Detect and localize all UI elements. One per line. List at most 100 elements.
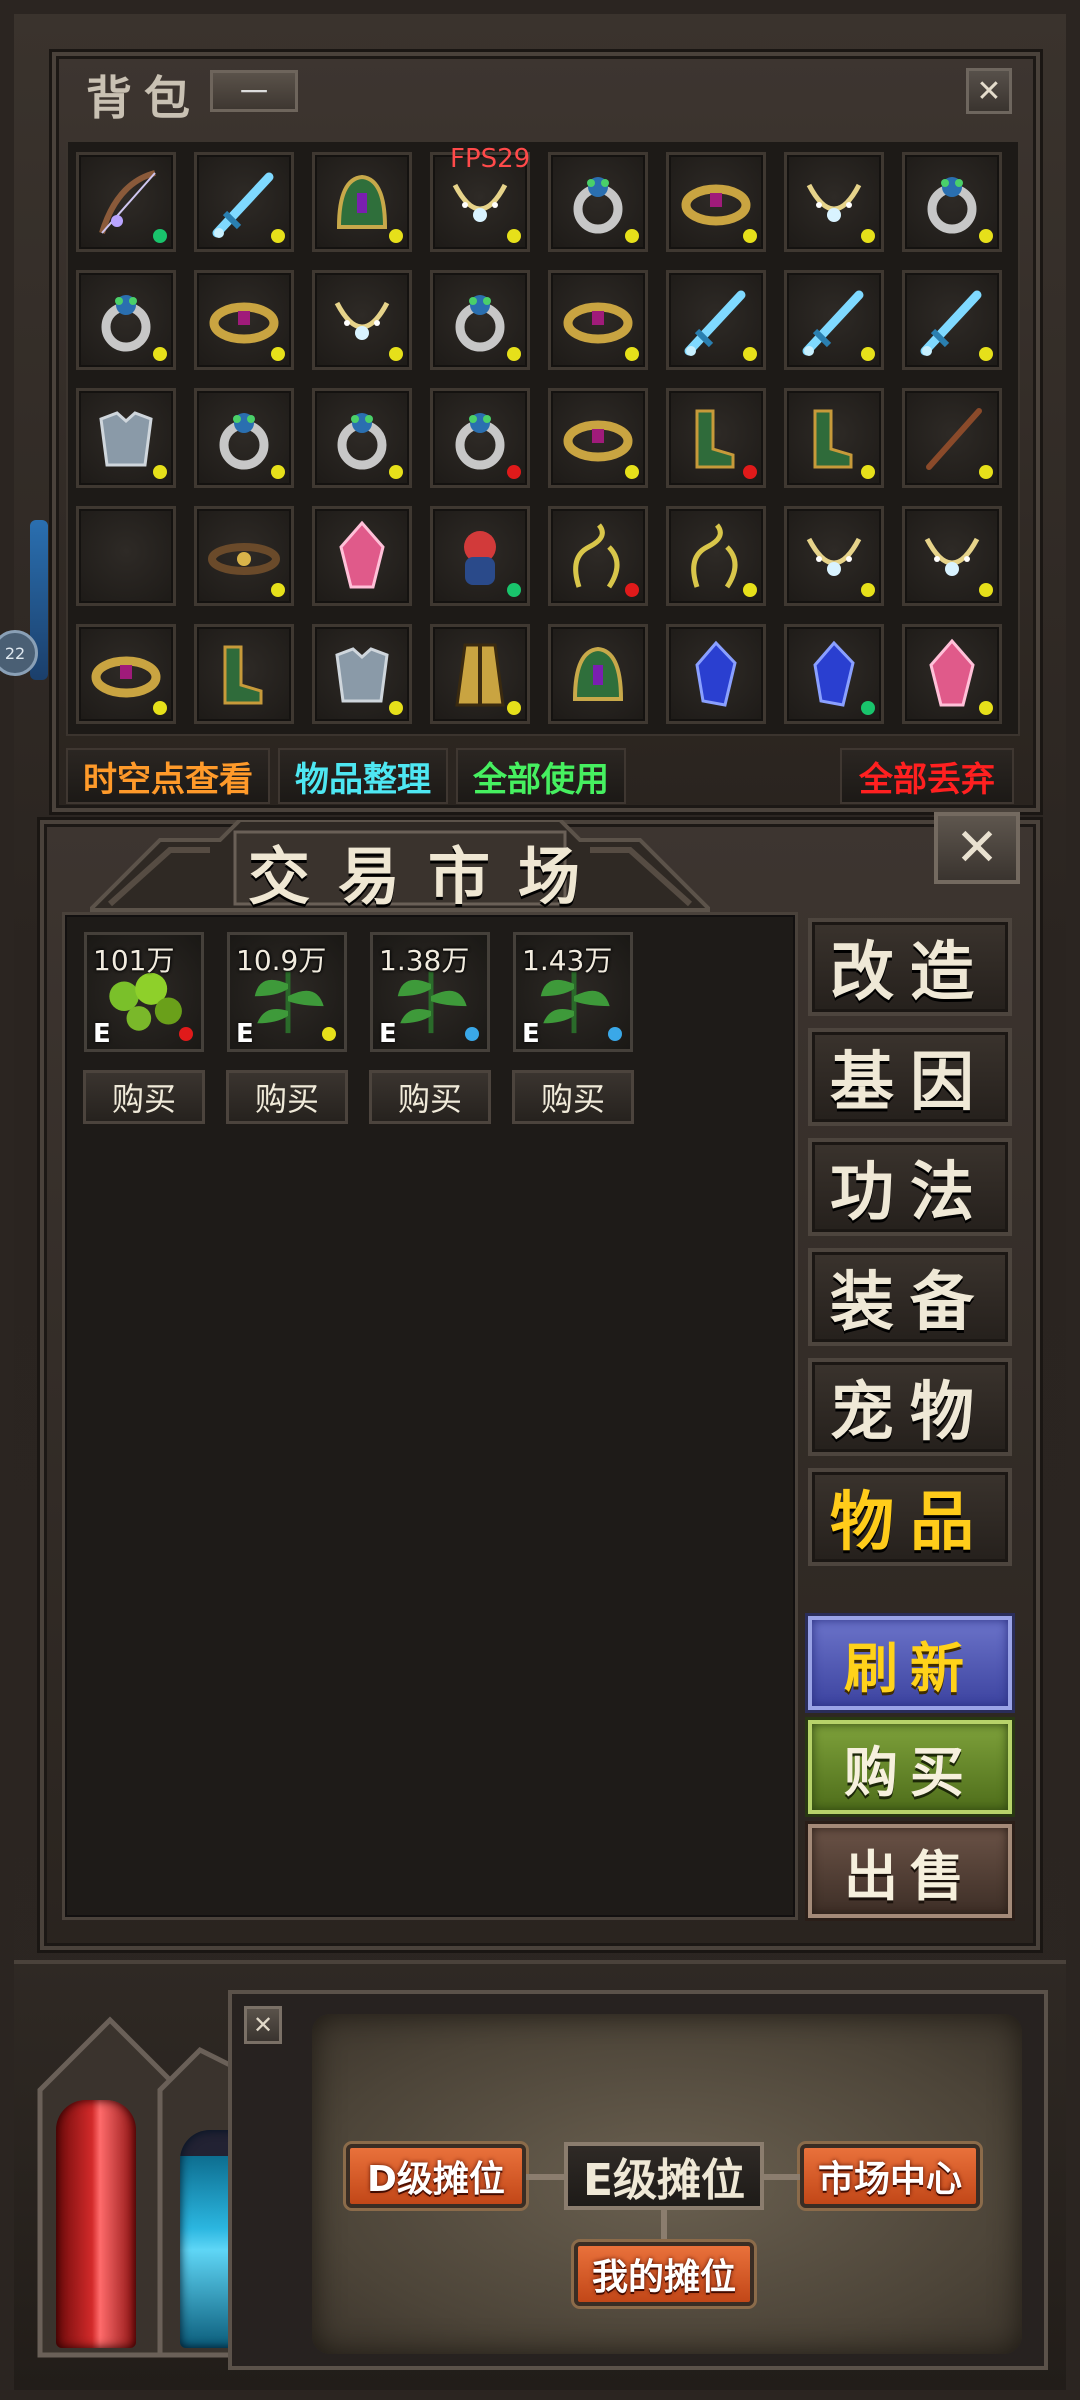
quality-dot — [507, 701, 521, 715]
buy-button[interactable]: 购买 — [808, 1720, 1012, 1814]
category-tab[interactable]: 功法 — [808, 1138, 1012, 1236]
category-tab[interactable]: 改造 — [808, 918, 1012, 1016]
quality-dot — [507, 347, 521, 361]
use-all-label: 全部使用 — [473, 759, 609, 800]
market-item[interactable]: 101万 E — [84, 932, 204, 1052]
bag-slot[interactable] — [548, 624, 648, 724]
quality-dot — [861, 229, 875, 243]
bag-slot[interactable] — [76, 270, 176, 370]
market-item-buy-button[interactable]: 购买 — [512, 1070, 634, 1124]
category-tab[interactable]: 物品 — [808, 1468, 1012, 1566]
boots-icon — [223, 645, 263, 705]
discard-all-button[interactable]: 全部丢弃 — [840, 748, 1014, 804]
sell-label: 出售 — [844, 1844, 976, 1908]
bag-slot[interactable] — [430, 388, 530, 488]
bag-slot[interactable] — [548, 506, 648, 606]
bag-slot[interactable] — [194, 270, 294, 370]
bag-slot[interactable] — [430, 506, 530, 606]
bag-slot[interactable] — [194, 624, 294, 724]
bag-close-button[interactable]: ✕ — [966, 68, 1012, 114]
e-stall-label: E级摊位 — [582, 2155, 746, 2206]
bag-slot[interactable] — [784, 506, 884, 606]
pet-icon — [464, 531, 496, 585]
bag-slot[interactable] — [194, 388, 294, 488]
bag-slot[interactable] — [194, 152, 294, 252]
fps-counter: FPS29 — [450, 144, 531, 174]
bag-slot[interactable] — [784, 152, 884, 252]
bag-slot[interactable] — [548, 270, 648, 370]
bag-slot[interactable] — [666, 506, 766, 606]
bag-slot[interactable] — [902, 152, 1002, 252]
quality-dot — [153, 229, 167, 243]
market-center-button[interactable]: 市场中心 — [800, 2144, 980, 2208]
category-tab[interactable]: 装备 — [808, 1248, 1012, 1346]
bag-slot[interactable] — [312, 388, 412, 488]
market-title: 交易市场 — [248, 840, 609, 913]
timespace-button[interactable]: 时空点查看 — [66, 748, 270, 804]
market-item[interactable]: 1.38万 E — [370, 932, 490, 1052]
bag-slot[interactable] — [194, 506, 294, 606]
bag-title: 背包 — [86, 71, 202, 125]
bag-slot[interactable] — [666, 624, 766, 724]
market-item-buy-button[interactable]: 购买 — [369, 1070, 491, 1124]
bag-slot[interactable] — [312, 624, 412, 724]
use-all-button[interactable]: 全部使用 — [456, 748, 626, 804]
bag-slot[interactable] — [76, 152, 176, 252]
refresh-button[interactable]: 刷新 — [808, 1616, 1012, 1710]
market-item[interactable]: 1.43万 E — [513, 932, 633, 1052]
crystal-icon — [339, 520, 385, 589]
market-close-button[interactable]: ✕ — [934, 812, 1020, 884]
bag-slot[interactable] — [312, 152, 412, 252]
d-stall-label: D级摊位 — [367, 2159, 505, 2200]
bracelet-icon — [681, 184, 751, 226]
ring-icon — [927, 177, 977, 234]
quality-dot — [153, 465, 167, 479]
bracelet-icon — [209, 302, 279, 344]
sort-button[interactable]: 物品整理 — [278, 748, 448, 804]
sell-button[interactable]: 出售 — [808, 1824, 1012, 1918]
market-item-buy-button[interactable]: 购买 — [226, 1070, 348, 1124]
staff-icon — [926, 408, 982, 470]
market-list-area — [62, 912, 798, 1920]
bag-slot[interactable] — [902, 270, 1002, 370]
e-stall-button[interactable]: E级摊位 — [564, 2142, 764, 2210]
market-item[interactable]: 10.9万 E — [227, 932, 347, 1052]
bag-slot-empty[interactable] — [76, 506, 176, 606]
bag-minimize-button[interactable]: 一 — [210, 70, 298, 112]
bag-slot[interactable] — [666, 270, 766, 370]
stall-close-button[interactable]: ✕ — [244, 2006, 282, 2044]
d-stall-button[interactable]: D级摊位 — [346, 2144, 526, 2208]
bag-slot[interactable] — [902, 388, 1002, 488]
quality-dot — [625, 347, 639, 361]
bag-slot[interactable] — [784, 388, 884, 488]
market-item-buy-button[interactable]: 购买 — [83, 1070, 205, 1124]
category-tab[interactable]: 宠物 — [808, 1358, 1012, 1456]
bag-slot[interactable] — [902, 624, 1002, 724]
bag-slot[interactable] — [312, 506, 412, 606]
bag-slot[interactable] — [76, 624, 176, 724]
bag-slot[interactable] — [666, 388, 766, 488]
market-item-grade: E — [379, 1019, 397, 1049]
bag-slot[interactable] — [430, 624, 530, 724]
bag-slot[interactable] — [430, 270, 530, 370]
quality-dot — [743, 583, 757, 597]
bag-slot[interactable] — [548, 152, 648, 252]
market-item-price: 1.43万 — [522, 944, 613, 977]
bag-slot[interactable] — [784, 270, 884, 370]
bag-slot[interactable] — [784, 624, 884, 724]
vine-icon — [573, 523, 620, 589]
ring-icon — [101, 295, 151, 352]
bag-slot[interactable] — [76, 388, 176, 488]
armor-icon — [99, 411, 153, 467]
category-tab[interactable]: 基因 — [808, 1028, 1012, 1126]
quality-dot — [979, 347, 993, 361]
bag-slot[interactable] — [666, 152, 766, 252]
quality-dot — [625, 229, 639, 243]
bag-slot[interactable] — [312, 270, 412, 370]
close-icon: ✕ — [252, 2011, 274, 2039]
bag-slot[interactable] — [902, 506, 1002, 606]
my-stall-button[interactable]: 我的摊位 — [574, 2242, 754, 2306]
market-item-grade: E — [236, 1019, 254, 1049]
bag-slot[interactable] — [548, 388, 648, 488]
cape-icon — [455, 643, 505, 707]
